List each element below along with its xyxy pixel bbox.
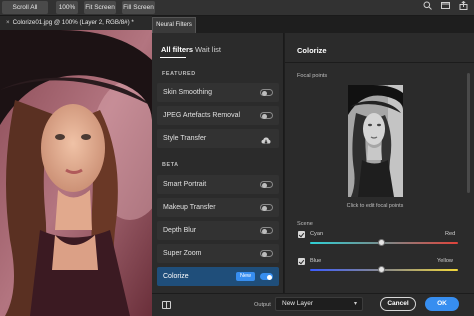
focal-points-hint: Click to edit focal points [346, 203, 404, 209]
filter-label: Colorize [163, 273, 189, 280]
cyan-label: Cyan [310, 231, 324, 237]
cyan-red-checkbox[interactable] [298, 231, 305, 238]
cloud-download-icon[interactable] [261, 133, 271, 152]
cancel-button[interactable]: Cancel [380, 297, 416, 311]
filter-super-zoom[interactable]: Super Zoom [157, 244, 279, 263]
settings-title: Colorize [297, 46, 327, 55]
chevron-down-icon: ▾ [353, 301, 357, 307]
filter-label: JPEG Artefacts Removal [163, 112, 241, 119]
filter-colorize[interactable]: Colorize New [157, 267, 279, 286]
ok-button[interactable]: OK [425, 297, 459, 311]
zoom-100-button[interactable]: 100% [56, 1, 78, 14]
output-label: Output [254, 302, 271, 308]
document-canvas[interactable] [0, 30, 152, 316]
filter-depth-blur[interactable]: Depth Blur [157, 221, 279, 240]
filter-label: Depth Blur [163, 227, 197, 234]
cyan-red-slider-knob[interactable] [378, 239, 385, 246]
document-title: Colorize01.jpg @ 100% (Layer 2, RGB/8#) … [12, 19, 134, 26]
depth-blur-toggle[interactable] [260, 227, 273, 234]
featured-section-label: FEATURED [162, 71, 196, 77]
compare-view-icon[interactable] [162, 301, 171, 309]
window-icon[interactable] [439, 1, 452, 14]
filter-settings-panel: Colorize Focal points Click to edit foca… [285, 33, 474, 293]
filter-makeup-transfer[interactable]: Makeup Transfer [157, 198, 279, 217]
tab-all-filters[interactable]: All filters [161, 45, 193, 54]
focal-points-label: Focal points [297, 73, 328, 79]
active-tab-underline [160, 57, 186, 58]
photoshop-window: Scroll All Windows 100% Fit Screen Fill … [0, 0, 474, 316]
output-select[interactable]: New Layer ▾ [275, 297, 363, 311]
filter-label: Smart Portrait [163, 181, 207, 188]
filter-label: Style Transfer [163, 135, 207, 142]
filter-label: Super Zoom [163, 250, 202, 257]
blue-yellow-checkbox[interactable] [298, 258, 305, 265]
share-icon[interactable] [457, 0, 470, 14]
search-icon[interactable] [421, 1, 434, 14]
fit-screen-button[interactable]: Fit Screen [84, 1, 116, 14]
focal-points-preview[interactable] [348, 85, 403, 197]
jpeg-artefacts-toggle[interactable] [260, 112, 273, 119]
yellow-label: Yellow [437, 258, 453, 264]
super-zoom-toggle[interactable] [260, 250, 273, 257]
close-document-icon[interactable]: × [6, 19, 10, 26]
tab-wait-list[interactable]: Wait list [195, 45, 221, 54]
options-bar: Scroll All Windows 100% Fit Screen Fill … [0, 0, 474, 24]
filter-style-transfer[interactable]: Style Transfer [157, 129, 279, 148]
red-label: Red [445, 231, 456, 237]
beta-section-label: BETA [162, 162, 179, 168]
filter-skin-smoothing[interactable]: Skin Smoothing [157, 83, 279, 102]
document-tab[interactable]: × Colorize01.jpg @ 100% (Layer 2, RGB/8#)… [0, 16, 152, 30]
filter-label: Skin Smoothing [163, 89, 213, 96]
bottom-bar: Output New Layer ▾ Cancel OK [152, 293, 474, 316]
filter-label: Makeup Transfer [163, 204, 216, 211]
blue-yellow-slider-knob[interactable] [378, 266, 385, 273]
makeup-transfer-toggle[interactable] [260, 204, 273, 211]
blue-label: Blue [310, 258, 322, 264]
scene-label: Scene [297, 221, 313, 227]
smart-portrait-toggle[interactable] [260, 181, 273, 188]
divider [285, 62, 474, 63]
filters-tabs: All filters Wait list [152, 33, 284, 63]
filters-panel: All filters Wait list FEATURED Skin Smoo… [152, 33, 284, 293]
new-badge: New [235, 272, 255, 281]
colorize-toggle[interactable] [260, 273, 273, 280]
filter-smart-portrait[interactable]: Smart Portrait [157, 175, 279, 194]
neural-filters-title: Neural Filters [152, 17, 196, 33]
scroll-all-windows-button[interactable]: Scroll All Windows [2, 1, 48, 24]
skin-smoothing-toggle[interactable] [260, 89, 273, 96]
settings-scrollbar[interactable] [467, 73, 470, 193]
fill-screen-button[interactable]: Fill Screen [122, 1, 155, 14]
portrait-photo [0, 30, 152, 316]
grayscale-portrait-preview [348, 85, 403, 197]
filter-jpeg-artefacts-removal[interactable]: JPEG Artefacts Removal [157, 106, 279, 125]
output-value: New Layer [282, 300, 314, 307]
